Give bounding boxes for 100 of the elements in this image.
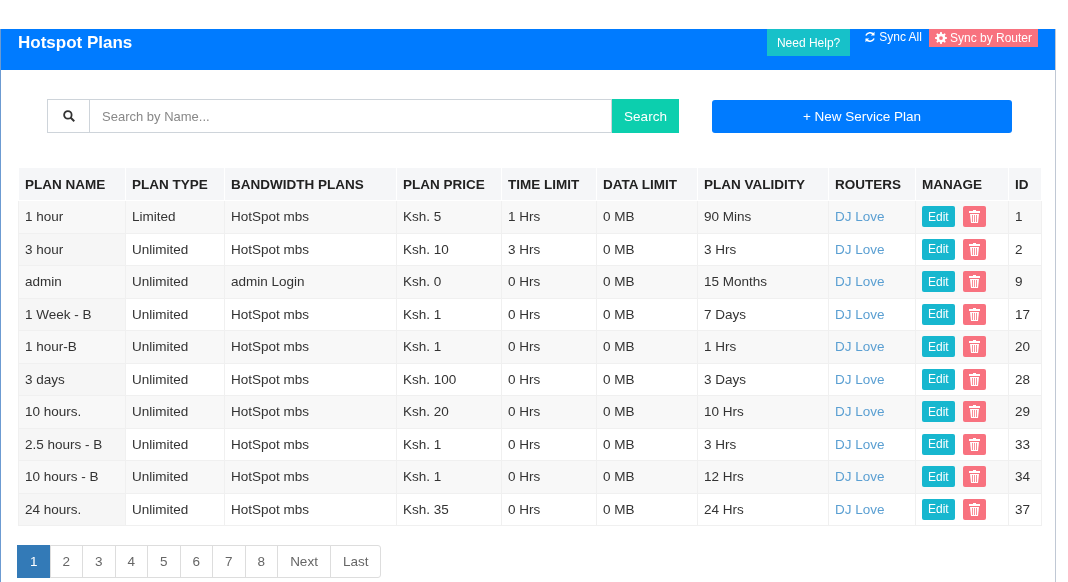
table-cell: 0 Hrs	[501, 460, 597, 493]
page-button[interactable]: 3	[82, 545, 116, 578]
table-cell: 2	[1008, 233, 1042, 266]
table-cell: 3 Days	[697, 363, 829, 396]
table-cell: HotSpot mbs	[224, 298, 397, 331]
table-cell: HotSpot mbs	[224, 330, 397, 363]
trash-icon	[968, 405, 980, 419]
edit-button[interactable]: Edit	[922, 401, 955, 423]
page-button[interactable]: 4	[114, 545, 149, 578]
trash-icon	[968, 210, 980, 224]
gear-icon	[934, 32, 947, 44]
column-header: ROUTERS	[828, 167, 916, 201]
page-button[interactable]: 5	[147, 545, 181, 578]
new-plan-button[interactable]: + New Service Plan	[712, 99, 1012, 133]
page-button[interactable]: Next	[277, 545, 331, 578]
column-header: ID	[1008, 167, 1042, 201]
table-cell: 1 Hrs	[501, 200, 597, 233]
edit-button[interactable]: Edit	[922, 336, 955, 358]
edit-button[interactable]: Edit	[922, 368, 955, 390]
table-cell: HotSpot mbs	[224, 428, 397, 461]
table-cell: 37	[1008, 493, 1042, 526]
edit-button[interactable]: Edit	[922, 498, 955, 520]
table-cell: 1 hour	[18, 200, 126, 233]
page-button[interactable]: 2	[49, 545, 84, 578]
table-cell: HotSpot mbs	[224, 395, 397, 428]
edit-button[interactable]: Edit	[922, 238, 955, 260]
search-field[interactable]: Search by Name...	[89, 99, 612, 133]
column-header: PLAN PRICE	[396, 167, 502, 201]
table-cell: admin Login	[224, 265, 397, 298]
sync-all-button[interactable]: Sync All	[864, 29, 922, 45]
table-cell: Ksh. 1	[396, 460, 502, 493]
table-cell: 0 MB	[596, 233, 698, 266]
table-cell: 0 Hrs	[501, 363, 597, 396]
edit-button[interactable]: Edit	[922, 466, 955, 488]
page-button[interactable]: 1	[17, 545, 51, 578]
refresh-icon	[864, 31, 877, 43]
delete-button[interactable]	[962, 271, 986, 293]
table-cell: 1 Hrs	[697, 330, 829, 363]
table-cell: Unlimited	[125, 493, 225, 526]
trash-icon	[968, 372, 980, 386]
edit-button[interactable]: Edit	[922, 433, 955, 455]
search-icon	[62, 110, 75, 122]
page-button[interactable]: 6	[179, 545, 214, 578]
table-cell: Unlimited	[125, 330, 225, 363]
table-cell: 0 MB	[596, 493, 698, 526]
table-cell: Ksh. 1	[396, 298, 502, 331]
table-cell: Unlimited	[125, 428, 225, 461]
column-header: BANDWIDTH PLANS	[224, 167, 397, 201]
delete-button[interactable]	[962, 303, 986, 325]
delete-button[interactable]	[962, 498, 986, 520]
table-cell: 0 MB	[596, 265, 698, 298]
table-cell: Ksh. 5	[396, 200, 502, 233]
table-cell: Ksh. 0	[396, 265, 502, 298]
table-cell: 0 Hrs	[501, 493, 597, 526]
page-button[interactable]: 7	[212, 545, 246, 578]
column-header: PLAN TYPE	[125, 167, 225, 201]
edit-button[interactable]: Edit	[922, 271, 955, 293]
table-cell: 17	[1008, 298, 1042, 331]
table-cell: Limited	[125, 200, 225, 233]
delete-button[interactable]	[962, 206, 986, 228]
table-cell: 0 MB	[596, 428, 698, 461]
delete-button[interactable]	[962, 433, 986, 455]
page-button[interactable]: Last	[329, 545, 382, 578]
table-cell: 7 Days	[697, 298, 829, 331]
trash-icon	[968, 470, 980, 484]
sync-router-button[interactable]: Sync by Router	[928, 29, 1038, 47]
table-cell: 33	[1008, 428, 1042, 461]
table-cell: Ksh. 35	[396, 493, 502, 526]
delete-button[interactable]	[962, 466, 986, 488]
table-cell: 15 Months	[697, 265, 829, 298]
table-cell: admin	[18, 265, 126, 298]
table-cell: Unlimited	[125, 298, 225, 331]
table-cell: 1 Week - B	[18, 298, 126, 331]
table-cell: 0 Hrs	[501, 298, 597, 331]
table-cell: 10 hours - B	[18, 460, 126, 493]
table-cell: 0 MB	[596, 330, 698, 363]
delete-button[interactable]	[962, 336, 986, 358]
table-cell: Ksh. 100	[396, 363, 502, 396]
table-cell: 3 Hrs	[697, 233, 829, 266]
table-cell: Unlimited	[125, 363, 225, 396]
edit-button[interactable]: Edit	[922, 206, 955, 228]
table-cell: 10 hours.	[18, 395, 126, 428]
column-header: MANAGE	[915, 167, 1009, 201]
page-button[interactable]: 8	[244, 545, 279, 578]
table-cell: 0 Hrs	[501, 330, 597, 363]
delete-button[interactable]	[962, 238, 986, 260]
column-header: DATA LIMIT	[596, 167, 698, 201]
help-button[interactable]: Need Help?	[766, 29, 851, 56]
edit-button[interactable]: Edit	[922, 303, 955, 325]
trash-icon	[968, 340, 980, 354]
delete-button[interactable]	[962, 401, 986, 423]
table-cell: 0 MB	[596, 298, 698, 331]
trash-icon	[968, 242, 980, 256]
table-cell: Unlimited	[125, 395, 225, 428]
table-cell: Unlimited	[125, 265, 225, 298]
table-cell: Unlimited	[125, 233, 225, 266]
search-button[interactable]: Search	[612, 99, 679, 133]
delete-button[interactable]	[962, 368, 986, 390]
table-cell: Unlimited	[125, 460, 225, 493]
column-header: TIME LIMIT	[501, 167, 597, 201]
